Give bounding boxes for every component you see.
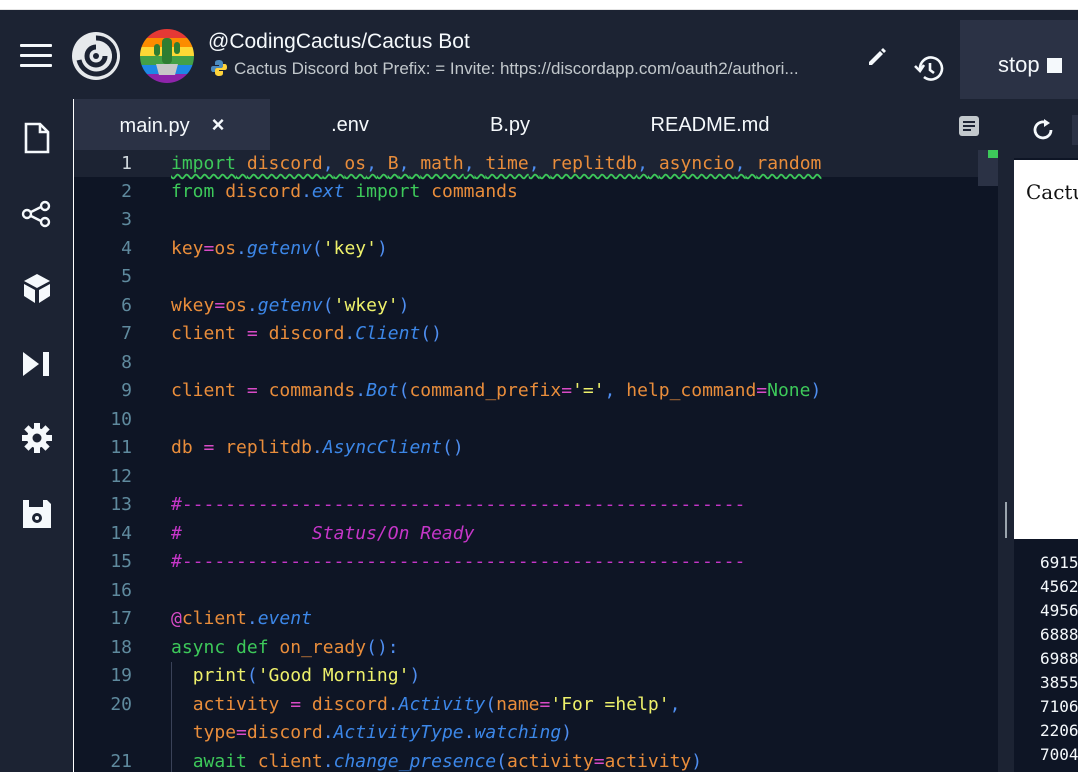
tab-main-py[interactable]: main.py × (74, 99, 270, 150)
history-icon[interactable] (912, 52, 946, 91)
hamburger-menu-icon[interactable] (20, 44, 52, 68)
line-number: 14 (110, 523, 132, 544)
console-line: 6988 (1040, 649, 1078, 668)
browser-top-strip (0, 0, 1078, 10)
left-sidebar (0, 99, 73, 772)
line-number: 2 (121, 181, 132, 202)
webview-text: Cactu (1026, 180, 1078, 204)
code-line: print('Good Morning') (192, 665, 421, 686)
editor-menu-icon[interactable] (958, 115, 980, 142)
line-number: 8 (121, 352, 132, 373)
repl-avatar[interactable] (140, 29, 194, 83)
stop-button-label: stop (998, 52, 1040, 77)
output-panel: Cactu 6915 4562 4956 6888 6988 3855 7106… (1014, 99, 1078, 772)
close-icon[interactable]: × (212, 112, 225, 137)
pane-divider[interactable] (998, 99, 1014, 772)
code-line: activity = discord.Activity(name='For =h… (192, 694, 681, 715)
line-number: 4 (121, 238, 132, 259)
file-tabs: main.py × .env B.py README.md (74, 99, 998, 150)
console-line: 3855 (1040, 673, 1078, 692)
repl-description: Cactus Discord bot Prefix: = Invite: htt… (210, 59, 860, 82)
webview-toolbar (1014, 99, 1078, 158)
line-number: 10 (110, 409, 132, 430)
packages-icon[interactable] (20, 271, 54, 305)
code-line: async def on_ready(): (171, 637, 399, 658)
line-number: 13 (110, 494, 132, 515)
tab-env[interactable]: .env (300, 99, 400, 150)
code-line: #---------------------------------------… (171, 494, 746, 515)
code-line: # Status/On Ready (171, 523, 475, 544)
tab-label: main.py (119, 115, 190, 137)
code-area[interactable]: 1 2 3 4 5 6 7 8 9 10 11 12 13 14 15 16 1… (74, 150, 998, 772)
share-icon[interactable] (20, 197, 54, 231)
line-number: 18 (110, 637, 132, 658)
line-number: 16 (110, 580, 132, 601)
code-line: client = discord.Client() (171, 323, 442, 344)
repl-description-text: Cactus Discord bot Prefix: = Invite: htt… (234, 59, 799, 78)
line-number: 19 (110, 665, 132, 686)
code-line: #---------------------------------------… (171, 551, 746, 572)
console-line: 2206 (1040, 721, 1078, 740)
stop-square-icon (1046, 58, 1062, 73)
line-number: 6 (121, 295, 132, 316)
line-number: 17 (110, 608, 132, 629)
refresh-icon[interactable] (1030, 117, 1056, 148)
console-line: 4562 (1040, 577, 1078, 596)
code-line: from discord.ext import commands (171, 181, 518, 202)
code-line: import discord, os, B, math, time, repli… (171, 153, 822, 174)
tab-readme[interactable]: README.md (640, 99, 780, 150)
console-line: 4956 (1040, 601, 1078, 620)
line-number: 11 (110, 437, 132, 458)
code-line: @client.event (171, 608, 312, 629)
edit-pencil-icon[interactable] (866, 44, 890, 73)
code-line: client = commands.Bot(command_prefix='='… (171, 380, 822, 401)
console-line: 7106 (1040, 697, 1078, 716)
code-line: db = replitdb.AsyncClient() (171, 437, 464, 458)
workspace-header: @CodingCactus/Cactus Bot Cactus Discord … (0, 10, 1078, 109)
console[interactable]: 6915 4562 4956 6888 6988 3855 7106 2206 … (1014, 539, 1078, 772)
line-number: 3 (121, 209, 132, 230)
stop-button[interactable]: stop (960, 20, 1078, 109)
line-number: 15 (110, 551, 132, 572)
code-line: wkey=os.getenv('wkey') (171, 295, 410, 316)
repl-title[interactable]: @CodingCactus/Cactus Bot (208, 30, 470, 54)
code-line: type=discord.ActivityType.watching) (192, 722, 573, 743)
console-line: 7004 (1040, 745, 1078, 764)
scrollbar-marker (988, 150, 998, 158)
line-number: 1 (121, 153, 132, 174)
line-number: 9 (121, 380, 132, 401)
console-line: 6915 (1040, 553, 1078, 572)
debugger-icon[interactable] (20, 347, 54, 381)
settings-icon[interactable] (20, 421, 54, 455)
tab-b-py[interactable]: B.py (460, 99, 560, 150)
line-number: 5 (121, 266, 132, 287)
line-number: 20 (110, 694, 132, 715)
line-number: 7 (121, 323, 132, 344)
code-editor: main.py × .env B.py README.md 1 2 3 4 5 6… (74, 99, 998, 772)
console-line: 6888 (1040, 625, 1078, 644)
file-icon[interactable] (20, 121, 54, 155)
python-icon (210, 59, 228, 82)
database-icon[interactable] (20, 497, 54, 531)
line-number: 12 (110, 466, 132, 487)
url-bar[interactable] (1072, 115, 1078, 145)
editor-scrollbar[interactable] (978, 150, 998, 186)
code-line: key=os.getenv('key') (171, 238, 388, 259)
pane-resize-grip[interactable] (1005, 502, 1007, 538)
replit-logo-icon[interactable] (70, 30, 122, 87)
